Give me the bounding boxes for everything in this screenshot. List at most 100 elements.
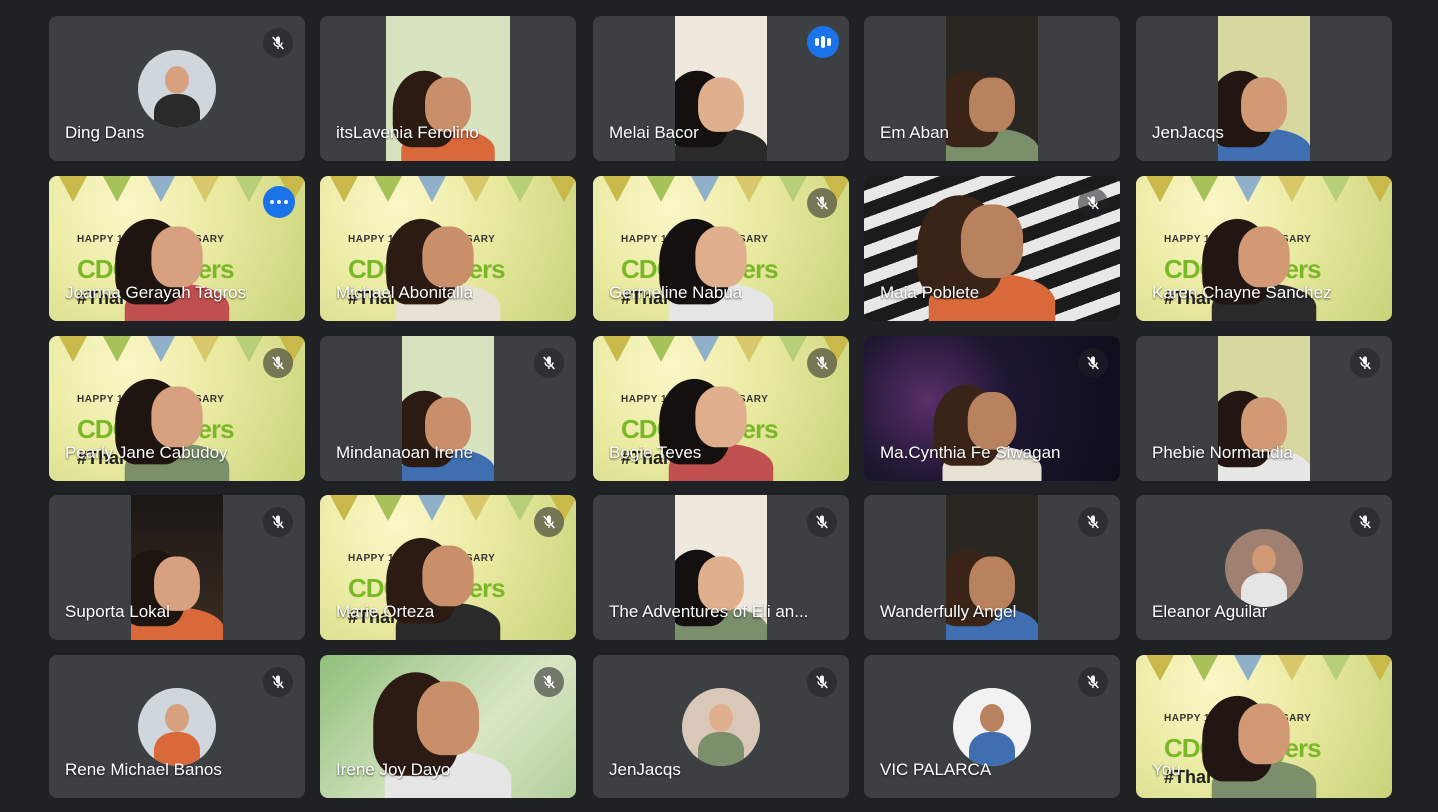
mic-off-icon [807,348,837,378]
participant-figure [1202,218,1317,321]
participant-figure [386,537,501,640]
participant-tile[interactable]: HAPPY 13TH ANNIVERSARYCDObloggers#ThankT… [593,176,849,321]
participant-avatar [1225,528,1303,607]
mic-off-icon [534,507,564,537]
participant-figure [115,218,230,321]
participant-figure [675,70,767,161]
participant-figure [386,218,501,321]
participant-tile[interactable]: Maia Poblete [864,176,1120,321]
face-shape [1238,703,1290,765]
participant-figure [402,390,494,481]
participant-figure [659,378,774,481]
participant-figure [373,672,512,798]
mic-off-icon [534,667,564,697]
participant-tile[interactable]: Ma.Cynthia Fe Siwagan [864,336,1120,481]
mic-off-icon [263,507,293,537]
face-shape [151,226,203,288]
participant-tile[interactable]: HAPPY 13TH ANNIVERSARYCDObloggers#ThankT… [49,176,305,321]
mic-off-icon [1078,188,1108,218]
participant-tile[interactable]: Em Aban [864,16,1120,161]
face-shape [416,681,480,756]
participant-name: VIC PALARCA [880,760,992,779]
participant-figure [115,378,230,481]
face-shape [960,204,1024,279]
participant-name: Joanna Gerayah Tagros [65,283,247,302]
participant-name: JenJacqs [1152,123,1224,142]
participant-tile[interactable]: Mindanaoan Irene [320,336,576,481]
face-shape [151,386,203,448]
mic-off-icon [807,188,837,218]
participant-tile[interactable]: JenJacqs [593,655,849,798]
face-shape [422,226,474,288]
bunting-decoration [330,176,576,202]
participant-name: Maia Poblete [880,283,980,302]
participant-avatar [138,49,216,128]
participant-video [1218,16,1310,161]
participant-avatar [953,687,1031,766]
face-shape [422,545,474,607]
mic-off-icon [1078,667,1108,697]
participant-name: Melai Bacor [609,123,699,142]
avatar-torso [154,93,200,128]
participant-figure [659,218,774,321]
face-shape [695,226,747,288]
participant-tile[interactable]: The Adventures of Eli an... [593,495,849,640]
participant-figure [933,384,1042,481]
participant-name: Karen Chayne Sanchez [1152,283,1332,302]
participant-name: Marie Orteza [336,602,435,621]
participant-tile[interactable]: Wanderfully Angel [864,495,1120,640]
participant-tile[interactable]: Eleanor Aguilar [1136,495,1392,640]
avatar-face [165,65,189,94]
participant-tile[interactable]: HAPPY 13TH ANNIVERSARYCDObloggers#ThankT… [1136,176,1392,321]
participant-tile[interactable]: Phebie Normandia [1136,336,1392,481]
face-shape [1238,226,1290,288]
participant-name: Irene Joy Dayo [336,760,451,779]
more-options-icon[interactable] [263,186,295,218]
participant-name: Suporta Lokal [65,602,170,621]
face-shape [967,392,1017,450]
participant-tile[interactable]: HAPPY 13TH ANNIVERSARYCDObloggers#ThankT… [320,495,576,640]
face-shape [695,386,747,448]
bunting-decoration [1146,176,1392,202]
participant-tile[interactable]: Melai Bacor [593,16,849,161]
participant-name: Eleanor Aguilar [1152,602,1268,621]
participant-name: You [1152,760,1181,779]
participant-figure [392,70,495,161]
participant-name: Ma.Cynthia Fe Siwagan [880,443,1061,462]
participant-tile[interactable]: Suporta Lokal [49,495,305,640]
participant-tile[interactable]: Irene Joy Dayo [320,655,576,798]
participant-tile[interactable]: itsLavenia Ferolino [320,16,576,161]
participant-figure [1218,70,1310,161]
participant-tile[interactable]: Ding Dans [49,16,305,161]
avatar-torso [698,731,744,766]
mic-off-icon [263,28,293,58]
mic-off-icon [1350,348,1380,378]
avatar-face [980,703,1004,732]
mic-off-icon [807,667,837,697]
participant-video [946,16,1038,161]
participant-name: The Adventures of Eli an... [609,602,809,621]
participant-tile[interactable]: HAPPY 13TH ANNIVERSARYCDObloggers#ThankT… [320,176,576,321]
participant-tile[interactable]: Rene Michael Banos [49,655,305,798]
mic-off-icon [1078,507,1108,537]
participant-tile[interactable]: JenJacqs [1136,16,1392,161]
participant-name: Bogie Teves [609,443,702,462]
participant-name: JenJacqs [609,760,681,779]
participant-name: itsLavenia Ferolino [336,123,479,142]
face-shape [1241,77,1287,132]
audio-level-icon [807,26,839,58]
participant-tile[interactable]: HAPPY 13TH ANNIVERSARYCDObloggers#ThankT… [49,336,305,481]
participant-name: Em Aban [880,123,949,142]
participant-tile[interactable]: HAPPY 13TH ANNIVERSARYCDObloggers#ThankT… [593,336,849,481]
participant-figure [131,549,223,640]
avatar-face [165,703,189,732]
participant-name: Rene Michael Banos [65,760,222,779]
participant-avatar [682,687,760,766]
participant-name: Phebie Normandia [1152,443,1293,462]
participant-tile[interactable]: VIC PALARCA [864,655,1120,798]
avatar-face [709,703,733,732]
participant-avatar [138,687,216,766]
participant-name: Wanderfully Angel [880,602,1017,621]
participant-tile[interactable]: HAPPY 13TH ANNIVERSARYCDObloggers#ThankT… [1136,655,1392,798]
mic-off-icon [1350,507,1380,537]
